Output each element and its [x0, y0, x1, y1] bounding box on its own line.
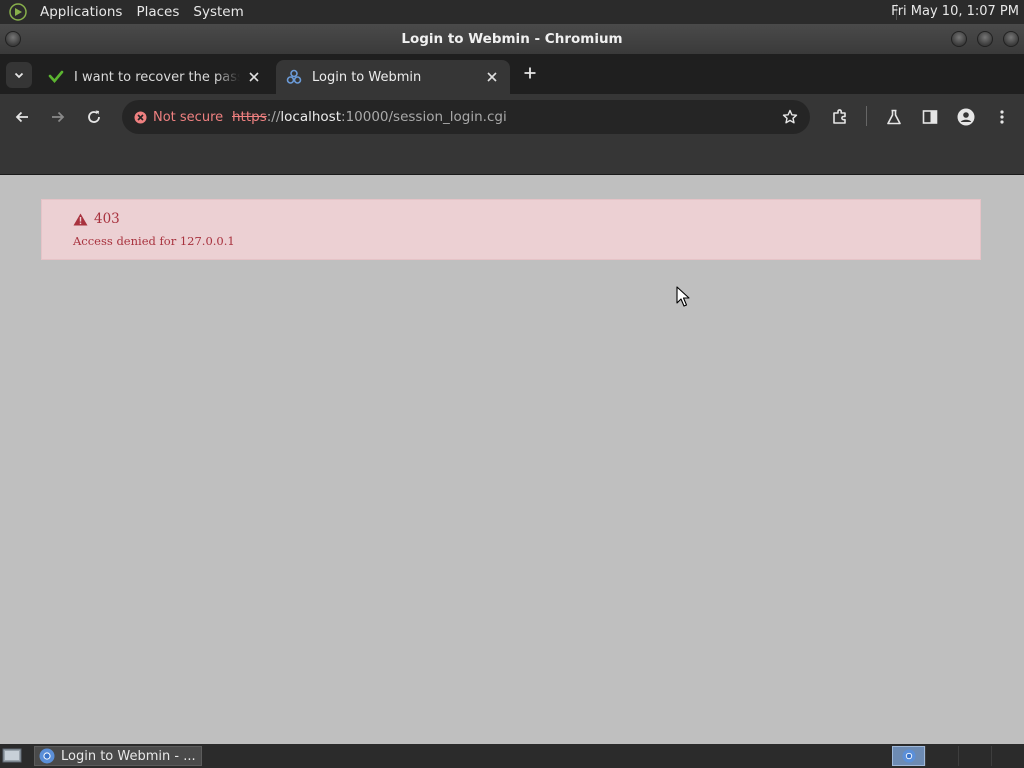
tab-title: Login to Webmin: [312, 69, 422, 85]
webmin-favicon-icon: [286, 69, 302, 84]
menu-applications[interactable]: Applications: [33, 4, 129, 20]
bookmark-bar: [0, 140, 1024, 175]
top-menu: Applications Places System: [0, 0, 251, 24]
toolbar-separator: [866, 106, 867, 126]
minimize-button[interactable]: [951, 31, 967, 47]
flask-icon: [887, 109, 901, 125]
security-chip[interactable]: Not secure: [128, 105, 231, 129]
star-icon: [782, 109, 798, 124]
bookmark-star-button[interactable]: [778, 105, 802, 129]
tab-recover-password[interactable]: I want to recover the password: [38, 60, 272, 94]
workspace-2[interactable]: [925, 746, 958, 766]
puzzle-icon: [833, 109, 846, 124]
not-secure-icon: [134, 111, 147, 123]
url-path: :10000/session_login.cgi: [341, 109, 507, 125]
error-code-row: 403: [73, 211, 120, 227]
window-menu-button[interactable]: [5, 31, 21, 47]
checkmark-favicon-icon: [48, 70, 64, 83]
new-tab-button[interactable]: [520, 63, 540, 83]
error-message: Access denied for 127.0.0.1: [73, 234, 235, 248]
profile-button[interactable]: [954, 105, 978, 129]
tab-strip: I want to recover the password Login to …: [0, 54, 1024, 94]
arrow-left-icon: [15, 111, 28, 123]
reload-button[interactable]: [82, 105, 106, 129]
os-logo-icon[interactable]: [9, 3, 27, 21]
menu-button[interactable]: [990, 105, 1014, 129]
tab-title: I want to recover the password: [74, 69, 240, 85]
workspace-1[interactable]: [892, 746, 925, 766]
tab-search-button[interactable]: [6, 62, 32, 88]
url-text[interactable]: https://localhost:10000/session_login.cg…: [232, 100, 507, 134]
browser-toolbar: Not secure https://localhost:10000/sessi…: [0, 94, 1024, 140]
window-titlebar[interactable]: Login to Webmin - Chromium: [0, 24, 1024, 54]
back-button[interactable]: [10, 105, 34, 129]
warning-icon: [73, 213, 88, 225]
top-panel: Applications Places System Fri May 10, 1…: [0, 0, 1024, 24]
side-panel-icon: [922, 110, 938, 124]
url-host: localhost: [280, 109, 342, 125]
mouse-cursor-icon: [676, 286, 690, 307]
labs-button[interactable]: [882, 105, 906, 129]
address-bar[interactable]: Not secure https://localhost:10000/sessi…: [122, 100, 810, 134]
reload-icon: [88, 110, 100, 123]
error-code: 403: [94, 211, 120, 227]
chevron-down-icon: [14, 72, 24, 79]
show-desktop-icon[interactable]: [2, 747, 22, 765]
window-title: Login to Webmin - Chromium: [401, 31, 623, 47]
forward-button[interactable]: [46, 105, 70, 129]
extensions-button[interactable]: [828, 105, 852, 129]
taskbar-window-label: Login to Webmin - ...: [61, 748, 196, 764]
profile-icon: [957, 108, 975, 126]
tab-close-icon[interactable]: [484, 69, 500, 85]
bottom-panel: Login to Webmin - ...: [0, 744, 1024, 768]
plus-icon: [524, 67, 536, 79]
arrow-right-icon: [52, 111, 65, 123]
workspace-3[interactable]: [958, 746, 991, 766]
close-window-button[interactable]: [1003, 31, 1019, 47]
maximize-button[interactable]: [977, 31, 993, 47]
tab-login-webmin[interactable]: Login to Webmin: [276, 60, 510, 94]
security-label: Not secure: [153, 109, 224, 125]
chromium-icon: [901, 749, 916, 763]
clock[interactable]: Fri May 10, 1:07 PM: [891, 0, 1019, 24]
menu-places[interactable]: Places: [129, 4, 186, 20]
taskbar-window-button[interactable]: Login to Webmin - ...: [34, 746, 202, 766]
url-scheme: https: [232, 109, 267, 125]
chromium-icon: [39, 748, 55, 764]
workspace-4[interactable]: [991, 746, 1024, 766]
page-content: 403 Access denied for 127.0.0.1: [0, 175, 1024, 744]
side-panel-button[interactable]: [918, 105, 942, 129]
tab-close-icon[interactable]: [246, 69, 262, 85]
error-alert: 403 Access denied for 127.0.0.1: [41, 199, 981, 260]
kebab-menu-icon: [1000, 110, 1004, 124]
menu-system[interactable]: System: [186, 4, 250, 20]
url-separator: ://: [266, 109, 281, 125]
